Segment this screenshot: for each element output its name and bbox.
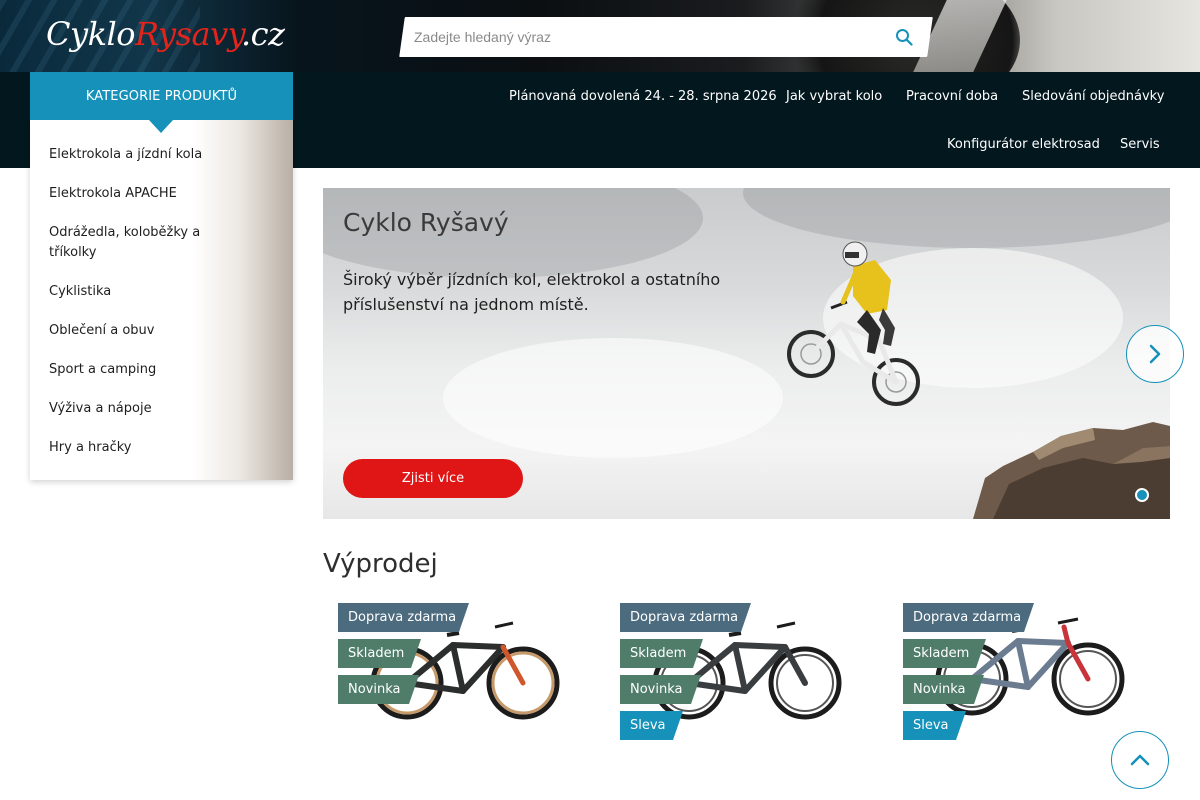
- sidebar-item-clothing-shoes[interactable]: Oblečení a obuv: [49, 321, 219, 341]
- product-card[interactable]: Doprava zdarma Skladem Novinka Sleva: [605, 603, 845, 753]
- page: CykloRysavy.cz KATEGORIE PRODUKTŮ Plánov…: [0, 0, 1200, 800]
- badge-free-shipping: Doprava zdarma: [620, 603, 751, 632]
- nav-link-choose-bike[interactable]: Jak vybrat kolo: [786, 89, 882, 105]
- category-sidebar: Elektrokola a jízdní kola Elektrokola AP…: [30, 120, 293, 480]
- site-logo[interactable]: CykloRysavy.cz: [46, 14, 285, 54]
- hero-cta-button[interactable]: Zjisti více: [343, 459, 523, 498]
- badge-in-stock: Skladem: [903, 639, 986, 668]
- nav-link-opening-hours[interactable]: Pracovní doba: [906, 89, 998, 105]
- sidebar-item-sport-camping[interactable]: Sport a camping: [49, 360, 219, 380]
- nav-link-vacation[interactable]: Plánovaná dovolená 24. - 28. srpna 2026: [509, 89, 777, 105]
- header: CykloRysavy.cz: [0, 0, 1200, 72]
- badge-new: Novinka: [903, 675, 984, 704]
- sidebar-item-cycling[interactable]: Cyklistika: [49, 282, 219, 302]
- hero-cta-label: Zjisti více: [401, 471, 465, 486]
- badge-sale: Sleva: [903, 711, 966, 740]
- hero-title: Cyklo Ryšavý: [343, 208, 509, 237]
- logo-text-domain: .cz: [240, 15, 285, 53]
- logo-text-rysavy: Rysavy: [134, 15, 242, 53]
- sidebar-item-games-toys[interactable]: Hry a hračky: [49, 438, 219, 458]
- slider-next-button[interactable]: [1126, 325, 1184, 383]
- badge-sale: Sleva: [620, 711, 683, 740]
- badge-free-shipping: Doprava zdarma: [903, 603, 1034, 632]
- nav-link-order-tracking[interactable]: Sledování objednávky: [1022, 89, 1164, 105]
- sale-section-title: Výprodej: [323, 549, 438, 579]
- product-card[interactable]: Doprava zdarma Skladem Novinka: [323, 603, 563, 753]
- hero-rock-image: [973, 422, 1170, 519]
- badge-in-stock: Skladem: [338, 639, 421, 668]
- search-icon: [896, 29, 913, 46]
- badge-free-shipping: Doprava zdarma: [338, 603, 469, 632]
- search-input[interactable]: [414, 17, 874, 57]
- hero-banner: Cyklo Ryšavý Široký výběr jízdních kol, …: [323, 188, 1170, 519]
- categories-tab-label: KATEGORIE PRODUKTŮ: [85, 88, 238, 104]
- slider-dot-active[interactable]: [1135, 488, 1149, 502]
- sidebar-item-nutrition-drinks[interactable]: Výživa a nápoje: [49, 399, 219, 419]
- nav-link-service[interactable]: Servis: [1120, 137, 1160, 153]
- categories-tab[interactable]: KATEGORIE PRODUKTŮ: [30, 72, 293, 120]
- logo-text-cyklo: Cyklo: [46, 15, 135, 53]
- hero-description: Široký výběr jízdních kol, elektrokol a …: [343, 270, 721, 314]
- sidebar-item-balance-bikes-scooters[interactable]: Odrážedla, koloběžky a tříkolky: [49, 223, 219, 263]
- hero-rider-image: [787, 241, 920, 406]
- chevron-right-icon: [1149, 344, 1161, 364]
- hero-cloud: [443, 338, 783, 458]
- badge-new: Novinka: [620, 675, 701, 704]
- sidebar-item-ebikes-and-bikes[interactable]: Elektrokola a jízdní kola: [49, 145, 219, 165]
- badge-new: Novinka: [338, 675, 419, 704]
- badge-in-stock: Skladem: [620, 639, 703, 668]
- sidebar-item-ebikes-apache[interactable]: Elektrokola APACHE: [49, 184, 219, 204]
- search-box: [399, 17, 933, 57]
- scroll-to-top-button[interactable]: [1111, 731, 1169, 789]
- product-image: [370, 621, 560, 720]
- product-image: [652, 621, 842, 720]
- product-card[interactable]: Doprava zdarma Skladem Novinka Sleva: [888, 603, 1128, 753]
- search-button[interactable]: [886, 21, 922, 53]
- categories-tab-pointer: [149, 120, 173, 133]
- nav-link-ebike-kit-configurator[interactable]: Konfigurátor elektrosad: [947, 137, 1100, 153]
- chevron-up-icon: [1130, 754, 1150, 766]
